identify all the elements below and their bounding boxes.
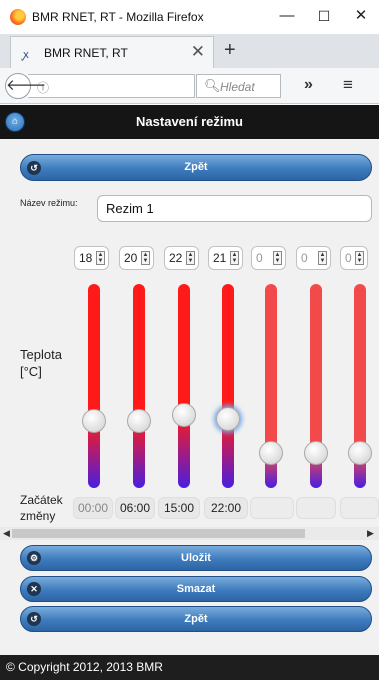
temperature-label: Teplota [°C]	[20, 347, 62, 379]
close-window-button[interactable]: ✕	[346, 5, 376, 27]
scroll-right-icon[interactable]: ▶	[367, 527, 374, 540]
spinner-arrows-icon[interactable]: ▲ ▼	[318, 251, 327, 265]
navigation-bar: ⓘ C 🡐 🔍︎ Hledat » ≡	[0, 68, 379, 104]
temperature-value: 21	[213, 251, 227, 265]
start-time-field[interactable]	[296, 497, 336, 519]
tab-bmr-rnet[interactable]: ꭙ BMR RNET, RT ✕	[10, 36, 214, 68]
tab-title: BMR RNET, RT	[44, 46, 128, 60]
back-arrow-icon: ↺	[27, 612, 41, 626]
search-input[interactable]: 🔍︎ Hledat	[196, 74, 281, 98]
window-titlebar: BMR RNET, RT - Mozilla Firefox — ☐ ✕	[0, 0, 379, 34]
spinner-arrows-icon[interactable]: ▲ ▼	[96, 251, 105, 265]
start-time-field[interactable]: 15:00	[158, 497, 200, 519]
page-title: Nastavení režimu	[136, 114, 243, 129]
spinner-arrows-icon[interactable]: ▲ ▼	[186, 251, 195, 265]
site-favicon-icon: ꭙ	[23, 49, 29, 61]
temperature-value: 22	[169, 251, 183, 265]
new-tab-button[interactable]: +	[224, 39, 236, 62]
horizontal-scrollbar[interactable]: ◀ ▶	[0, 527, 379, 540]
spinner-arrows-icon[interactable]: ▲ ▼	[273, 251, 282, 265]
temperature-input[interactable]: 0 ▲ ▼	[340, 246, 368, 270]
delete-label: Smazat	[176, 583, 216, 595]
temperature-input[interactable]: 0 ▲ ▼	[296, 246, 331, 270]
delete-button[interactable]: ✕ Smazat	[20, 576, 372, 602]
temperature-slider-track[interactable]	[222, 284, 234, 488]
temperature-value: 0	[345, 251, 352, 265]
start-time-field[interactable]	[340, 497, 379, 519]
maximize-button[interactable]: ☐	[309, 5, 339, 27]
back-arrow-icon: ↺	[27, 160, 41, 175]
mode-name-input[interactable]: Rezim 1	[97, 195, 372, 222]
temperature-input[interactable]: 22 ▲ ▼	[164, 246, 199, 270]
footer: © Copyright 2012, 2013 BMR	[0, 655, 379, 680]
back-bottom-label: Zpět	[184, 613, 208, 625]
back-button[interactable]: 🡐	[5, 73, 46, 99]
spinner-arrows-icon[interactable]: ▲ ▼	[230, 251, 239, 265]
mode-name-label: Název režimu:	[20, 198, 78, 208]
home-icon[interactable]: ⌂	[5, 112, 25, 132]
temperature-slider-handle[interactable]	[82, 408, 106, 433]
overflow-chevron-icon[interactable]: »	[304, 76, 313, 94]
start-time-field[interactable]: 22:00	[204, 497, 248, 519]
back-top-label: Zpět	[184, 161, 208, 173]
temperature-input[interactable]: 21 ▲ ▼	[208, 246, 243, 270]
temperature-value: 20	[124, 251, 138, 265]
minimize-button[interactable]: —	[272, 5, 302, 27]
gear-icon: ⚙	[27, 551, 41, 565]
temperature-input[interactable]: 0 ▲ ▼	[251, 246, 286, 270]
start-time-field[interactable]: 06:00	[115, 497, 155, 519]
temperature-slider-track[interactable]	[88, 284, 100, 488]
window-title: BMR RNET, RT - Mozilla Firefox	[32, 10, 204, 24]
search-icon: 🔍︎	[204, 78, 221, 93]
tab-close-icon[interactable]: ✕	[191, 42, 205, 62]
temperature-slider-track[interactable]	[178, 284, 190, 488]
tab-bar: ꭙ BMR RNET, RT ✕ +	[0, 34, 379, 68]
save-button[interactable]: ⚙ Uložit	[20, 545, 372, 571]
start-time-field[interactable]: 00:00	[73, 497, 113, 519]
back-bottom-button[interactable]: ↺ Zpět	[20, 606, 372, 632]
hamburger-menu-icon[interactable]: ≡	[343, 75, 353, 95]
scroll-left-icon[interactable]: ◀	[3, 527, 10, 540]
temperature-slider-track[interactable]	[133, 284, 145, 488]
temperature-value: 18	[79, 251, 93, 265]
spinner-arrows-icon[interactable]: ▲ ▼	[355, 251, 364, 265]
temperature-input[interactable]: 20 ▲ ▼	[119, 246, 154, 270]
page-header: Nastavení režimu ⌂	[0, 105, 379, 139]
temperature-input[interactable]: 18 ▲ ▼	[74, 246, 109, 270]
start-time-label: Začátek změny	[20, 493, 63, 523]
close-icon: ✕	[27, 582, 41, 596]
search-placeholder: Hledat	[220, 80, 255, 94]
temperature-slider-handle[interactable]	[172, 402, 196, 427]
save-label: Uložit	[181, 552, 211, 564]
spinner-arrows-icon[interactable]: ▲ ▼	[141, 251, 150, 265]
back-top-button[interactable]: ↺ Zpět	[20, 154, 372, 181]
temperature-value: 0	[301, 251, 308, 265]
firefox-logo-icon	[10, 9, 26, 25]
start-time-field[interactable]	[250, 497, 294, 519]
scrollbar-thumb[interactable]	[12, 529, 305, 538]
temperature-slider-handle[interactable]	[216, 406, 240, 431]
temperature-value: 0	[256, 251, 263, 265]
temperature-slider-handle[interactable]	[127, 408, 151, 433]
url-bar[interactable]: ⓘ C	[28, 74, 209, 99]
